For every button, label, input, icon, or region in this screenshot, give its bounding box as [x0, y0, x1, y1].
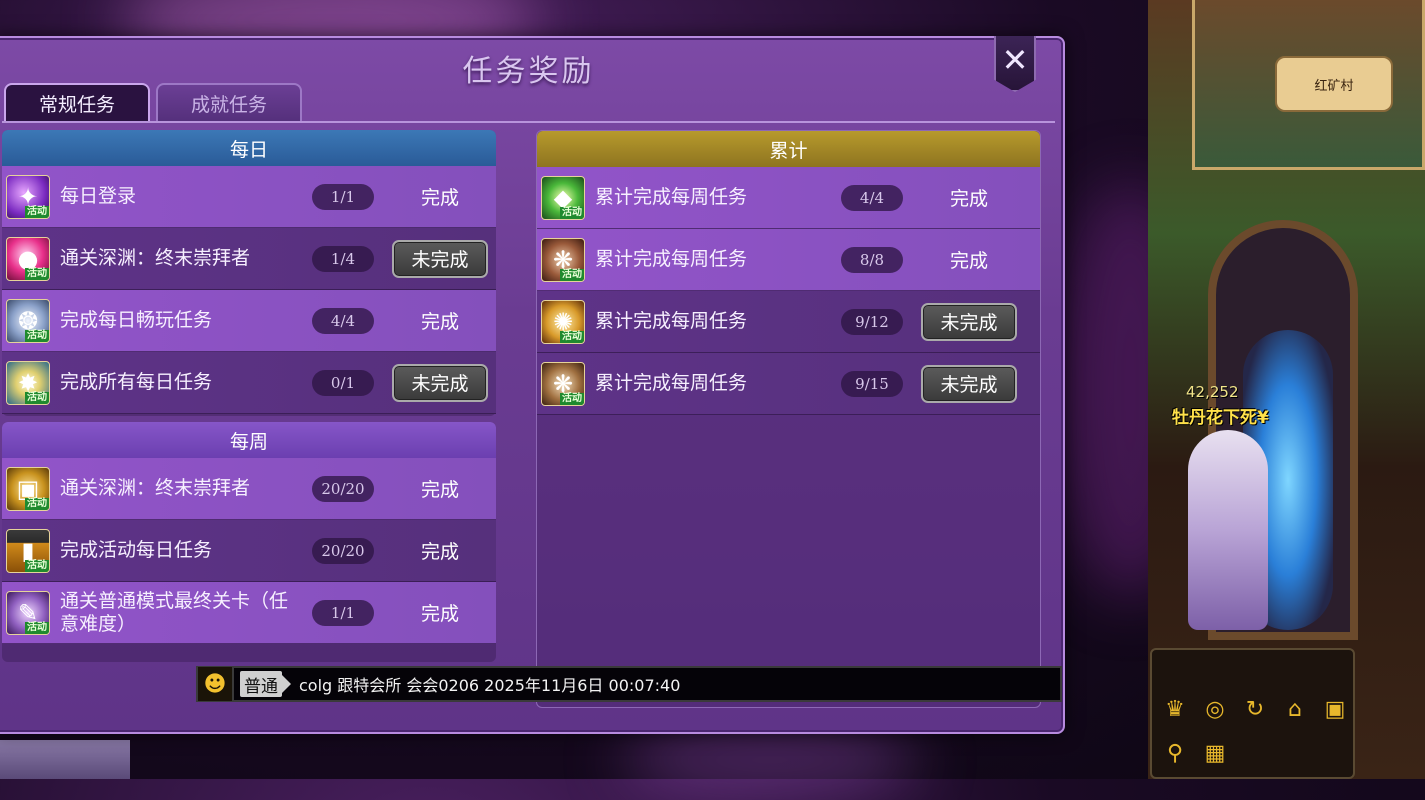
quest-incomplete-button[interactable]: 未完成: [921, 364, 1017, 403]
quest-progress: 9/15: [841, 370, 903, 397]
quest-progress: 4/4: [841, 184, 903, 211]
quest-progress: 20/20: [312, 475, 374, 502]
event-badge: 活动: [560, 268, 584, 281]
purple-scroll-icon: ✎ 活动: [6, 590, 50, 635]
weekly-panel: 每周 ▣ 活动 通关深渊：终末崇拜者 20/20 完成 ▮ 活动 完成活动每日任务 …: [2, 422, 496, 662]
daily-header: 每日: [2, 130, 496, 166]
quest-label: 完成所有每日任务: [60, 371, 213, 393]
quest-progress: 1/4: [312, 245, 374, 272]
quest-progress: 9/12: [841, 308, 903, 335]
event-badge: 活动: [25, 497, 49, 510]
gift-icon[interactable]: ▣: [1320, 694, 1350, 724]
quest-label: 每日登录: [60, 185, 137, 207]
quest-status-complete: 完成: [420, 187, 459, 209]
quest-progress: 4/4: [312, 307, 374, 334]
quest-status-complete: 完成: [949, 188, 988, 210]
quest-progress: 20/20: [312, 537, 374, 564]
chat-channel-selector[interactable]: 普通: [240, 671, 282, 697]
potion-bottle-icon: ▮ 活动: [6, 528, 50, 573]
quest-progress: 0/1: [312, 369, 374, 396]
minimap-location-label: 红矿村: [1275, 56, 1393, 112]
event-badge: 活动: [560, 392, 584, 405]
refresh-icon[interactable]: ↻: [1240, 694, 1270, 724]
quest-status-complete: 完成: [420, 541, 459, 563]
sparkle-icon: ✸ 活动: [6, 360, 50, 405]
green-gem-icon: ◆ 活动: [541, 175, 585, 220]
bronze-emblem-icon: ❋ 活动: [541, 237, 585, 282]
background-ui-fragment: [0, 740, 130, 779]
list-item: ◆ 活动 累计完成每周任务 4/4 完成: [537, 167, 1040, 229]
quest-label: 通关深渊：终末崇拜者: [60, 477, 251, 499]
weekly-header: 每周: [2, 422, 496, 458]
list-item: ✎ 活动 通关普通模式最终关卡（任意难度） 1/1 完成: [2, 582, 496, 644]
quest-incomplete-button[interactable]: 未完成: [392, 363, 488, 402]
quest-label: 累计完成每周任务: [595, 248, 748, 270]
list-item: ❋ 活动 累计完成每周任务 9/15 未完成: [537, 353, 1040, 415]
list-item: ● 活动 通关深渊：终末崇拜者 1/4 未完成: [2, 228, 496, 290]
hero-score: 42,252: [1186, 383, 1239, 401]
coin-icon[interactable]: ◎: [1200, 694, 1230, 724]
gold-chest-icon: ▣ 活动: [6, 466, 50, 511]
list-item: ❋ 活动 累计完成每周任务 8/8 完成: [537, 229, 1040, 291]
quest-label: 累计完成每周任务: [595, 310, 748, 332]
event-badge: 活动: [560, 330, 584, 343]
quest-label: 完成活动每日任务: [60, 539, 213, 561]
chat-bar[interactable]: ☻ 普通 colg 跟特会所 会会0206 2025年11月6日 00:07:4…: [196, 666, 1062, 702]
pink-orb-icon: ● 活动: [6, 236, 50, 281]
quest-label: 累计完成每周任务: [595, 372, 748, 394]
gold-box-icon: ✺ 活动: [541, 299, 585, 344]
chevron-right-icon: [282, 675, 291, 693]
event-badge: 活动: [25, 391, 49, 404]
cumulative-panel: 累计 ◆ 活动 累计完成每周任务 4/4 完成 ❋ 活动 累计完成每周任务 8/8 …: [536, 130, 1041, 708]
list-item: ✦ 活动 每日登录 1/1 完成: [2, 166, 496, 228]
list-item: ✺ 活动 累计完成每周任务 9/12 未完成: [537, 291, 1040, 353]
bronze-emblem-icon: ❋ 活动: [541, 361, 585, 406]
quest-label: 完成每日畅玩任务: [60, 309, 213, 331]
player-character[interactable]: [1188, 430, 1268, 630]
event-badge: 活动: [560, 206, 584, 219]
event-badge: 活动: [25, 205, 49, 218]
list-item: ▣ 活动 通关深渊：终末崇拜者 20/20 完成: [2, 458, 496, 520]
magic-orb-icon: ✦ 活动: [6, 174, 50, 219]
tab-regular-quests[interactable]: 常规任务: [4, 83, 150, 121]
quest-incomplete-button[interactable]: 未完成: [921, 302, 1017, 341]
event-badge: 活动: [25, 621, 49, 634]
emoji-face-icon[interactable]: ☻: [198, 667, 234, 701]
silver-emblem-icon: ❂ 活动: [6, 298, 50, 343]
event-badge: 活动: [25, 559, 49, 572]
quest-label: 累计完成每周任务: [595, 186, 748, 208]
quest-progress: 8/8: [841, 246, 903, 273]
quest-status-complete: 完成: [420, 311, 459, 333]
list-item: ▮ 活动 完成活动每日任务 20/20 完成: [2, 520, 496, 582]
crown-icon[interactable]: ♛: [1160, 694, 1190, 724]
tab-achievement-quests[interactable]: 成就任务: [156, 83, 302, 121]
quest-status-complete: 完成: [420, 603, 459, 625]
event-badge: 活动: [25, 329, 49, 342]
location-pin-icon[interactable]: ⚲: [1160, 738, 1190, 768]
daily-panel: 每日 ✦ 活动 每日登录 1/1 完成 ● 活动 通关深渊：终末崇拜者 1/4 未完…: [2, 130, 496, 416]
hero-name: 牡丹花下死¥: [1172, 408, 1269, 428]
event-badge: 活动: [25, 267, 49, 280]
list-item: ❂ 活动 完成每日畅玩任务 4/4 完成: [2, 290, 496, 352]
tab-divider: [2, 121, 1055, 123]
quest-label: 通关深渊：终末崇拜者: [60, 247, 251, 269]
quest-progress: 1/1: [312, 599, 374, 626]
quest-label: 通关普通模式最终关卡（任意难度）: [60, 589, 289, 635]
list-item: ✸ 活动 完成所有每日任务 0/1 未完成: [2, 352, 496, 414]
close-icon: ✕: [1001, 41, 1029, 79]
cumulative-header: 累计: [537, 131, 1040, 167]
chat-message: colg 跟特会所 会会0206 2025年11月6日 00:07:40: [299, 676, 681, 695]
quest-incomplete-button[interactable]: 未完成: [392, 239, 488, 278]
quest-status-complete: 完成: [420, 479, 459, 501]
quest-reward-dialog: 任务奖励 ✕ 常规任务 成就任务 每日 ✦ 活动 每日登录 1/1 完成 ● 活动 …: [0, 36, 1065, 734]
quest-progress: 1/1: [312, 183, 374, 210]
grid-menu-icon[interactable]: ▦: [1200, 738, 1230, 768]
game-toolbar: ♛ ◎ ↻ ⌂ ▣ ⚲ ▦: [1150, 648, 1355, 779]
minimap[interactable]: 红矿村: [1192, 0, 1425, 170]
home-icon[interactable]: ⌂: [1280, 694, 1310, 724]
quest-status-complete: 完成: [949, 250, 988, 272]
